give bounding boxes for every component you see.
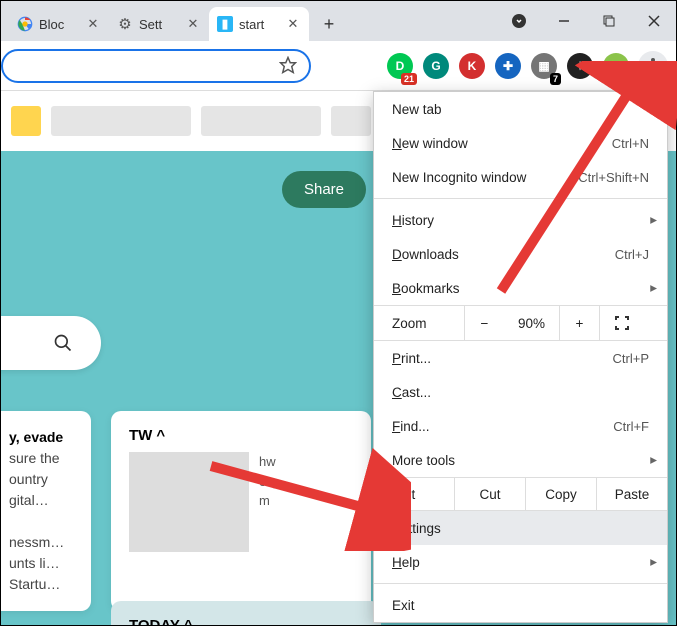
share-button[interactable]: Share <box>282 171 366 208</box>
menu-bookmarks[interactable]: Bookmarks▸ <box>374 271 667 305</box>
extension-icon[interactable]: G <box>423 53 449 79</box>
zoom-in-button[interactable]: + <box>559 306 599 340</box>
profile-avatar[interactable]: 🐸 <box>603 53 629 79</box>
menu-zoom: Zoom − 90% + <box>374 305 667 341</box>
chevron-right-icon: ▸ <box>650 280 657 296</box>
star-icon[interactable] <box>279 56 299 76</box>
card-title: TW ^ <box>129 427 353 444</box>
address-bar[interactable] <box>1 49 311 83</box>
menu-edit: Edit Cut Copy Paste <box>374 477 667 511</box>
fullscreen-button[interactable] <box>599 306 644 340</box>
headline: y, evade <box>9 427 73 448</box>
tab-strip: Bloc ✕ ⚙ Sett ✕ ▮ start ✕ + <box>1 1 676 41</box>
cut-button[interactable]: Cut <box>454 478 525 510</box>
chevron-right-icon: ▸ <box>650 554 657 570</box>
tw-card[interactable]: TW ^ hw exp m <box>111 411 371 611</box>
close-icon[interactable]: ✕ <box>85 16 101 32</box>
tab-title: start <box>239 17 279 32</box>
google-icon <box>17 16 33 32</box>
toolbar: D21 G K ✚ ▦7 ✦ 🐸 <box>1 41 676 91</box>
today-title: TODAY ^ <box>129 617 363 625</box>
menu-exit[interactable]: Exit <box>374 588 667 622</box>
menu-help[interactable]: Help▸ <box>374 545 667 579</box>
extension-icon[interactable]: ▦7 <box>531 53 557 79</box>
window-controls <box>496 1 676 41</box>
extensions-puzzle-icon[interactable]: ✦ <box>567 53 593 79</box>
close-icon[interactable]: ✕ <box>285 16 301 32</box>
maximize-button[interactable] <box>586 6 631 36</box>
chevron-right-icon: ▸ <box>650 212 657 228</box>
menu-find[interactable]: Find...Ctrl+F <box>374 409 667 443</box>
copy-button[interactable]: Copy <box>525 478 596 510</box>
browser-tab-active[interactable]: ▮ start ✕ <box>209 7 309 41</box>
badge: 7 <box>550 73 561 85</box>
news-card[interactable]: y, evade sure the ountry gital… nessm… u… <box>1 411 91 611</box>
search-pill[interactable] <box>1 316 101 370</box>
today-card: TODAY ^ ALL (4) OPEN (1) COMPLETED (3) <box>111 601 381 625</box>
minimize-button[interactable] <box>541 6 586 36</box>
zoom-value: 90% <box>504 316 559 331</box>
zoom-out-button[interactable]: − <box>464 306 504 340</box>
close-icon[interactable]: ✕ <box>185 16 201 32</box>
search-icon <box>53 333 73 353</box>
menu-downloads[interactable]: DownloadsCtrl+J <box>374 237 667 271</box>
menu-history[interactable]: History▸ <box>374 203 667 237</box>
browser-tab[interactable]: Bloc ✕ <box>9 7 109 41</box>
tab-title: Bloc <box>39 17 79 32</box>
menu-new-tab[interactable]: New tab <box>374 92 667 126</box>
menu-cast[interactable]: Cast... <box>374 375 667 409</box>
badge: 21 <box>401 73 417 85</box>
gear-icon: ⚙ <box>117 16 133 32</box>
tab-title: Sett <box>139 17 179 32</box>
blurred-image <box>129 452 249 552</box>
aborted-icon[interactable] <box>496 6 541 36</box>
app-icon: ▮ <box>217 16 233 32</box>
chrome-menu-button[interactable] <box>638 51 668 81</box>
browser-tab[interactable]: ⚙ Sett ✕ <box>109 7 209 41</box>
close-window-button[interactable] <box>631 6 676 36</box>
menu-new-window[interactable]: New windowCtrl+N <box>374 126 667 160</box>
chevron-right-icon: ▸ <box>650 452 657 468</box>
paste-button[interactable]: Paste <box>596 478 667 510</box>
chevron-up-icon: ^ <box>184 617 193 625</box>
menu-more-tools[interactable]: More tools▸ <box>374 443 667 477</box>
chrome-menu: New tab New windowCtrl+N New Incognito w… <box>373 91 668 623</box>
extension-icon[interactable]: ✚ <box>495 53 521 79</box>
extension-icon[interactable]: K <box>459 53 485 79</box>
menu-incognito[interactable]: New Incognito windowCtrl+Shift+N <box>374 160 667 194</box>
chevron-up-icon: ^ <box>156 427 165 444</box>
extension-icon[interactable]: D21 <box>387 53 413 79</box>
new-tab-button[interactable]: + <box>315 10 343 38</box>
menu-print[interactable]: Print...Ctrl+P <box>374 341 667 375</box>
menu-settings[interactable]: Settings <box>374 511 667 545</box>
